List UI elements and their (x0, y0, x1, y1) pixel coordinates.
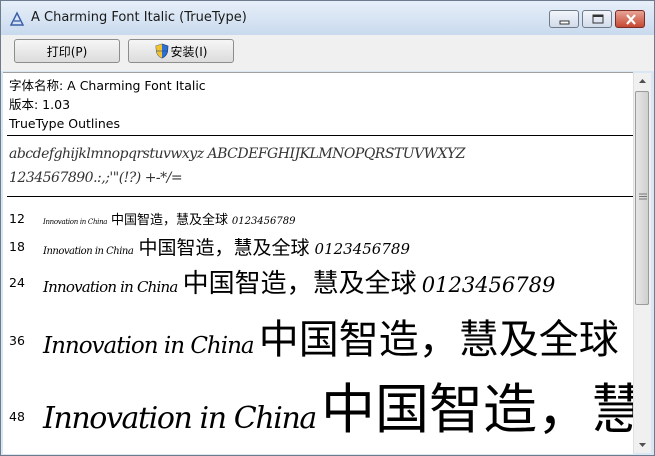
maximize-button[interactable] (582, 10, 612, 28)
font-file-icon (9, 11, 25, 26)
sample-digits: 0123456789 (231, 216, 296, 227)
sample-text: Innovation in China 中国智造，慧及全球 0123456789 (43, 209, 295, 228)
character-set-sample: abcdefghijklmnopqrstuvwxyz ABCDEFGHIJKLM… (3, 136, 633, 196)
sample-text: Innovation in China 中国智造，慧及全球 0123456789 (43, 263, 555, 300)
font-name-line: 字体名称: A Charming Font Italic (9, 78, 206, 93)
divider (7, 196, 633, 197)
sample-cjk: 中国智造，慧及全球 (138, 237, 310, 259)
sample-digits: 0123456789 (421, 273, 556, 297)
charset-letters: abcdefghijklmnopqrstuvwxyz ABCDEFGHIJKLM… (9, 146, 466, 162)
sample-text: Innovation in China 中国智造，慧及全球 (43, 307, 619, 365)
font-size-label: 48 (9, 409, 25, 424)
version-line: 版本: 1.03 (9, 97, 71, 112)
toolbar: 打印(P) 安装(I) (1, 35, 654, 71)
scroll-down-arrow-icon[interactable] (634, 436, 651, 453)
uac-shield-icon (155, 43, 168, 59)
sample-cjk: 中国智造，慧及全球 (320, 378, 633, 441)
font-size-label: 24 (9, 275, 25, 290)
maximize-icon (592, 14, 604, 24)
sample-latin: Innovation in China (43, 278, 178, 296)
font-size-label: 18 (9, 239, 25, 254)
window-title: A Charming Font Italic (TrueType) (31, 10, 247, 25)
sample-text: Innovation in China 中国智造，慧及全球 0123456789 (43, 233, 410, 260)
minimize-icon (559, 20, 570, 25)
font-size-label: 12 (9, 211, 25, 226)
print-button[interactable]: 打印(P) (14, 39, 120, 63)
install-button-label: 安装(I) (170, 44, 208, 59)
font-size-label: 36 (9, 333, 25, 348)
grip-icon (639, 193, 647, 200)
print-button-label: 打印(P) (46, 44, 88, 59)
outlines-line: TrueType Outlines (9, 116, 120, 131)
title-bar[interactable]: A Charming Font Italic (TrueType) (1, 1, 654, 35)
sample-digits: 0123456789 (314, 240, 410, 258)
sample-latin: Innovation in China (43, 333, 255, 359)
sample-latin: Innovation in China (43, 218, 108, 226)
sample-text: Innovation in China 中国智造，慧及全球 (43, 365, 633, 444)
charset-digits-symbols: 1234567890.:,;'"(!?) +-*/= (9, 170, 183, 186)
sample-cjk: 中国智造，慧及全球 (182, 269, 417, 299)
scroll-up-arrow-icon[interactable] (634, 73, 651, 90)
close-icon (626, 14, 636, 25)
font-info: 字体名称: A Charming Font Italic 版本: 1.03 Tr… (3, 73, 633, 133)
font-viewer-window: A Charming Font Italic (TrueType) 打印(P) (0, 0, 655, 456)
install-button[interactable]: 安装(I) (128, 39, 234, 63)
scrollbar-thumb[interactable] (635, 91, 649, 305)
sample-cjk: 中国智造，慧及全球 (258, 317, 619, 363)
sample-latin: Innovation in China (43, 246, 134, 257)
vertical-scrollbar[interactable] (633, 73, 651, 453)
sample-latin: Innovation in China (43, 401, 317, 436)
close-button[interactable] (615, 10, 645, 28)
font-preview-pane[interactable]: 字体名称: A Charming Font Italic 版本: 1.03 Tr… (3, 72, 633, 454)
minimize-button[interactable] (549, 10, 579, 28)
sample-cjk: 中国智造，慧及全球 (111, 213, 229, 228)
